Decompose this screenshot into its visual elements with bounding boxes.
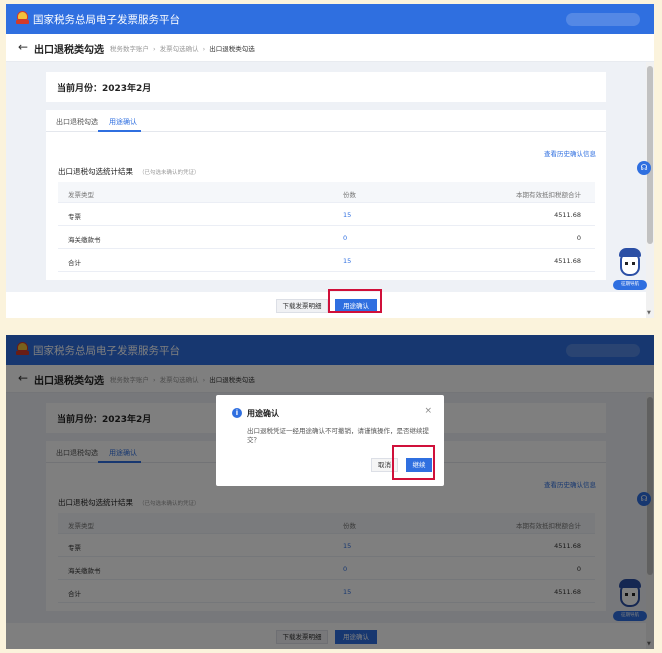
robot-cap-icon xyxy=(619,248,641,257)
stats-hint: （已勾选未确认的凭证） xyxy=(139,170,200,176)
breadcrumb-current: 出口退税类勾选 xyxy=(209,45,255,53)
dialog-message: 出口退税凭证一经用途确认不可撤销，请谨慎操作，是否继续提交？ xyxy=(247,427,429,444)
stats-title: 出口退税勾选统计结果 （已勾选未确认的凭证） xyxy=(58,166,200,177)
app-title: 国家税务总局电子发票服务平台 xyxy=(33,14,180,26)
table-row: 专票 15 4511.68 xyxy=(58,203,595,226)
column-header: 本期有效抵扣税额合计 xyxy=(516,191,581,199)
tab-export-refund-select[interactable]: 出口退税勾选 xyxy=(56,117,98,127)
highlight-confirm-button xyxy=(328,289,382,313)
current-month: 当前月份：2023年2月 xyxy=(57,84,152,94)
cell-count-link[interactable]: 15 xyxy=(343,211,351,219)
modal-overlay[interactable] xyxy=(6,335,654,649)
cell-count-link[interactable]: 0 xyxy=(343,234,347,242)
cell-type: 专票 xyxy=(68,213,81,221)
stats-table: 发票类型 份数 本期有效抵扣税额合计 专票 15 4511.68 海关缴款书 0… xyxy=(58,182,595,272)
cell-tax: 4511.68 xyxy=(554,211,581,219)
tax-emblem-icon xyxy=(16,11,29,25)
vertical-scrollbar[interactable]: ▼ xyxy=(646,62,654,318)
breadcrumb-item[interactable]: 发票勾选确认 xyxy=(160,45,199,53)
back-arrow-icon[interactable]: ← xyxy=(18,40,28,54)
assistant-label: 征期导航 xyxy=(613,280,647,290)
headset-icon[interactable]: ☊ xyxy=(637,161,651,175)
page-header: ← 出口退税类勾选 税务数字账户›发票勾选确认›出口退税类勾选 xyxy=(6,34,654,62)
cell-type: 海关缴款书 xyxy=(68,236,101,244)
active-tab-indicator xyxy=(98,130,141,132)
action-footer: 下载发票明细 用途确认 xyxy=(6,292,646,318)
screenshot-after: 国家税务总局电子发票服务平台 ← 出口退税类勾选 税务数字账户›发票勾选确认›出… xyxy=(6,335,654,649)
page-title: 出口退税类勾选 xyxy=(34,45,104,56)
history-confirm-link[interactable]: 查看历史确认信息 xyxy=(544,148,596,158)
close-icon[interactable]: × xyxy=(424,406,432,416)
breadcrumb: 税务数字账户›发票勾选确认›出口退税类勾选 xyxy=(110,45,255,53)
assistant-robot[interactable]: 征期导航 xyxy=(613,248,647,292)
dialog-title: 用途确认 xyxy=(247,409,279,418)
breadcrumb-item[interactable]: 税务数字账户 xyxy=(110,45,149,53)
info-icon: i xyxy=(232,408,242,418)
cell-tax: 0 xyxy=(576,234,581,242)
download-invoice-detail-button[interactable]: 下载发票明细 xyxy=(276,299,328,313)
tab-usage-confirm[interactable]: 用途确认 xyxy=(109,117,137,127)
user-info-blurred[interactable] xyxy=(566,13,640,26)
stats-title-text: 出口退税勾选统计结果 xyxy=(58,167,133,176)
table-header: 发票类型 份数 本期有效抵扣税额合计 xyxy=(58,182,595,203)
table-row: 合计 15 4511.68 xyxy=(58,249,595,272)
cell-tax: 4511.68 xyxy=(554,257,581,265)
column-header: 份数 xyxy=(343,191,356,199)
column-header: 发票类型 xyxy=(68,191,94,199)
tab-bar: 出口退税勾选 用途确认 xyxy=(46,110,606,132)
top-bar: 国家税务总局电子发票服务平台 xyxy=(6,4,654,34)
screenshot-before: 国家税务总局电子发票服务平台 ← 出口退税类勾选 税务数字账户 › 发票勾选确认 › 出… xyxy=(6,4,654,318)
table-row: 海关缴款书 0 0 xyxy=(58,226,595,249)
month-card: 当前月份：2023年2月 xyxy=(46,72,606,102)
scroll-down-icon[interactable]: ▼ xyxy=(647,310,651,316)
scrollbar-thumb[interactable] xyxy=(647,66,653,244)
robot-eyes-icon xyxy=(625,262,635,265)
cell-count-link[interactable]: 15 xyxy=(343,257,351,265)
cell-type: 合计 xyxy=(68,259,81,267)
highlight-continue-button xyxy=(392,445,435,480)
main-card: 出口退税勾选 用途确认 查看历史确认信息 出口退税勾选统计结果 （已勾选未确认的凭… xyxy=(46,110,606,280)
